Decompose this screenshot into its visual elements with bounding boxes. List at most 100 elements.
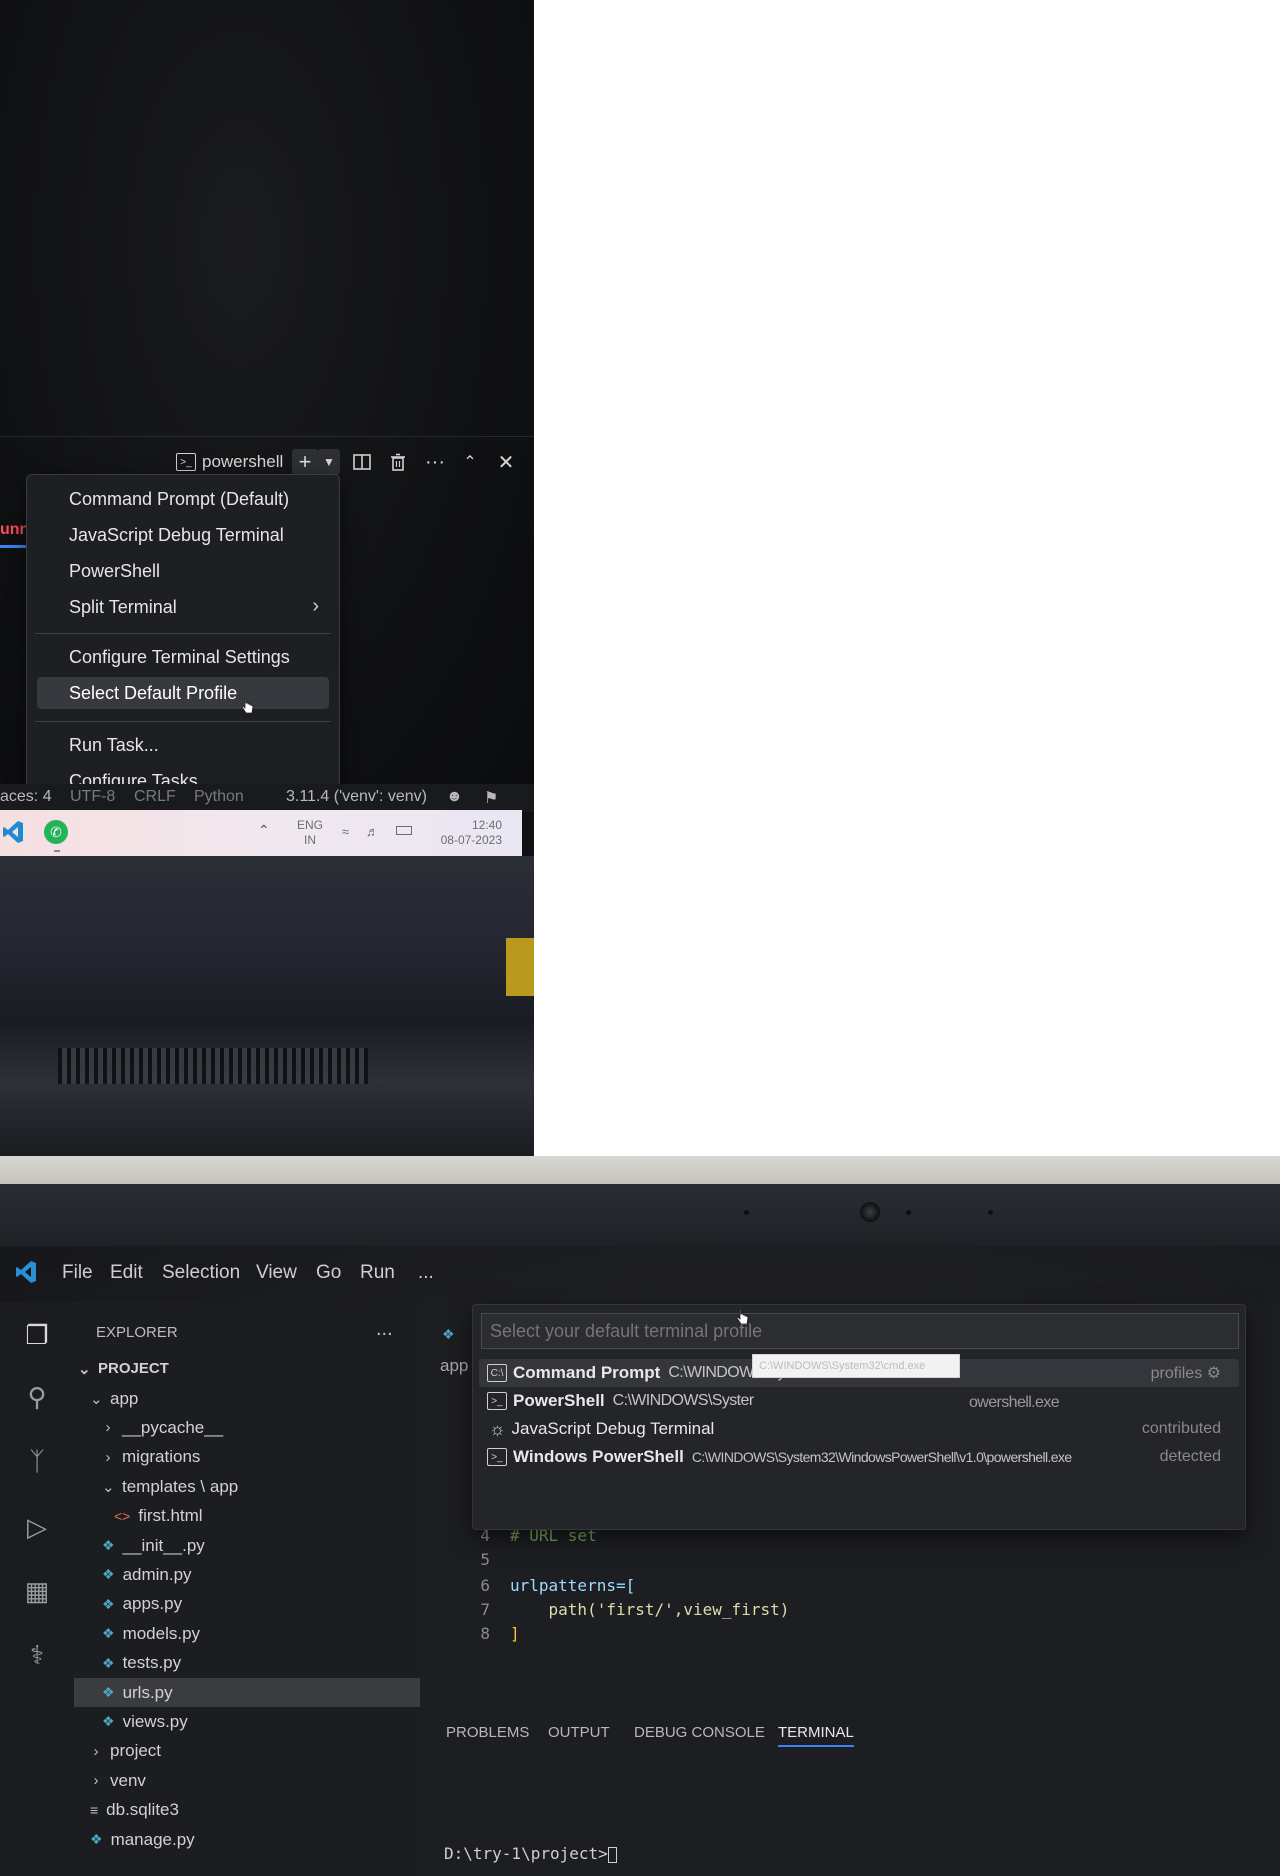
profile-name: Command Prompt xyxy=(513,1363,661,1382)
search-icon[interactable]: ⚲ xyxy=(20,1380,54,1414)
menu-more[interactable]: ... xyxy=(418,1262,434,1284)
status-interpreter[interactable]: 3.11.4 ('venv': venv) xyxy=(286,788,427,806)
menu-item-run-task[interactable]: Run Task... xyxy=(37,729,329,761)
plus-icon[interactable]: + xyxy=(292,449,318,475)
profile-option-windows-powershell[interactable]: >_ Windows PowerShell C:\WINDOWS\System3… xyxy=(479,1443,1239,1471)
tree-item[interactable]: ❖ views.py xyxy=(74,1707,420,1736)
tab-terminal[interactable]: TERMINAL xyxy=(778,1724,854,1747)
tree-item-label: venv xyxy=(110,1770,146,1790)
project-section-header[interactable]: ⌄ PROJECT xyxy=(74,1354,420,1383)
bell-icon[interactable]: ⚑ xyxy=(484,788,498,808)
menu-item-select-default-profile[interactable]: Select Default Profile xyxy=(37,677,329,709)
menu-go[interactable]: Go xyxy=(316,1262,341,1284)
python-file-icon: ❖ xyxy=(442,1326,455,1342)
whatsapp-icon[interactable]: ✆ xyxy=(44,820,68,844)
ellipsis-icon[interactable]: ··· xyxy=(422,449,448,475)
quick-pick-input[interactable] xyxy=(481,1313,1239,1349)
trash-icon[interactable] xyxy=(386,449,410,475)
battery-icon[interactable] xyxy=(396,826,412,835)
python-file-icon: ❖ xyxy=(90,1831,103,1847)
run-label-fragment: unn xyxy=(0,521,30,538)
editor-tab-fragment[interactable]: app xyxy=(440,1356,468,1376)
tree-item[interactable]: ⌄ templates \ app xyxy=(74,1472,420,1501)
tree-item[interactable]: › venv xyxy=(74,1766,420,1795)
menu-item-js-debug-terminal[interactable]: JavaScript Debug Terminal xyxy=(37,519,329,551)
status-language[interactable]: Python xyxy=(194,788,244,806)
terminal-prompt[interactable]: D:\try-1\project> xyxy=(444,1844,617,1863)
line-number: 5 xyxy=(480,1550,490,1569)
split-editor-icon[interactable] xyxy=(350,449,374,475)
volume-icon[interactable]: ♬ xyxy=(366,824,379,839)
tree-item[interactable]: ❖ tests.py xyxy=(74,1649,420,1678)
wifi-icon[interactable]: ≈ xyxy=(342,824,349,839)
tab-output[interactable]: OUTPUT xyxy=(548,1724,610,1741)
html-file-icon: <> xyxy=(114,1508,131,1525)
status-bar: aces: 4 UTF-8 CRLF Python 3.11.4 ('venv'… xyxy=(0,784,534,812)
tree-item[interactable]: ❖ apps.py xyxy=(74,1590,420,1619)
language-indicator[interactable]: ENG IN xyxy=(290,818,330,848)
code-line[interactable]: ] xyxy=(510,1624,520,1643)
tree-item[interactable]: <> first.html xyxy=(74,1502,420,1531)
tree-item[interactable]: ❖ models.py xyxy=(74,1619,420,1648)
menu-run[interactable]: Run xyxy=(360,1262,395,1284)
chevron-down-icon: ⌄ xyxy=(78,1360,91,1378)
menu-edit[interactable]: Edit xyxy=(110,1262,143,1284)
tree-item-label: tests.py xyxy=(122,1653,182,1673)
chevron-up-icon[interactable]: ⌃ xyxy=(258,822,270,839)
code-line[interactable]: path('first/',view_first) xyxy=(510,1600,790,1619)
profile-name: PowerShell xyxy=(513,1391,605,1410)
code-line[interactable]: urlpatterns=[ xyxy=(510,1576,635,1595)
tab-problems[interactable]: PROBLEMS xyxy=(446,1724,529,1741)
chevron-right-icon: › xyxy=(105,1448,111,1466)
sensor-dot xyxy=(906,1210,911,1215)
tree-item[interactable]: › __pycache__ xyxy=(74,1413,420,1442)
menu-view[interactable]: View xyxy=(256,1262,297,1284)
tree-item[interactable]: ⌄ app xyxy=(74,1384,420,1413)
terminal-powershell-icon: >_ xyxy=(487,1392,507,1410)
menu-item-powershell[interactable]: PowerShell xyxy=(37,555,329,587)
tree-item[interactable]: ❖ admin.py xyxy=(74,1560,420,1589)
tree-item[interactable]: ≡ db.sqlite3 xyxy=(74,1796,420,1825)
status-eol[interactable]: CRLF xyxy=(134,788,176,806)
files-icon[interactable]: ❐ xyxy=(20,1318,54,1352)
menu-item-command-prompt[interactable]: Command Prompt (Default) xyxy=(37,483,329,515)
status-encoding[interactable]: UTF-8 xyxy=(70,788,115,806)
clock[interactable]: 12:40 08-07-2023 xyxy=(422,818,502,848)
keyboard-edge xyxy=(0,1100,534,1156)
profile-option-powershell[interactable]: >_ PowerShell C:\WINDOWS\Syster owershel… xyxy=(479,1387,1239,1415)
chevron-down-icon: ⌄ xyxy=(102,1478,115,1496)
profile-path: C:\WINDOWS\Syster xyxy=(612,1392,755,1409)
extensions-icon[interactable]: ▦ xyxy=(20,1574,54,1608)
tree-item[interactable]: › project xyxy=(74,1737,420,1766)
tree-item[interactable]: ❖ __init__.py xyxy=(74,1531,420,1560)
tree-item[interactable]: ❖ manage.py xyxy=(74,1825,420,1854)
terminal-tab[interactable]: >_ powershell xyxy=(176,449,286,475)
accounts-icon[interactable]: ☻ xyxy=(446,788,463,806)
tree-item[interactable]: › migrations xyxy=(74,1443,420,1472)
explorer-sidebar: EXPLORER ... ⌄ PROJECT ⌄ app › __pycache__ ›… xyxy=(74,1302,420,1876)
tab-debug-console[interactable]: DEBUG CONSOLE xyxy=(634,1724,765,1741)
ellipsis-icon[interactable]: ... xyxy=(376,1318,393,1341)
close-icon[interactable]: ✕ xyxy=(494,449,518,475)
python-file-icon: ❖ xyxy=(102,1537,115,1553)
status-indentation[interactable]: aces: 4 xyxy=(0,788,52,806)
profile-option-js-debug[interactable]: ☼ JavaScript Debug Terminal contributed xyxy=(479,1415,1239,1443)
menu-item-split-terminal[interactable]: Split Terminal xyxy=(37,591,329,623)
vscode-window: File Edit Selection View Go Run ... ❐ ⚲ … xyxy=(0,1246,1280,1876)
chevron-up-icon[interactable]: ⌃ xyxy=(458,449,482,475)
run-debug-icon[interactable]: ▷ xyxy=(20,1510,54,1544)
source-control-icon[interactable]: ᛉ xyxy=(20,1444,54,1478)
terminal-cmd-icon: C:\ xyxy=(487,1364,507,1382)
menu-file[interactable]: File xyxy=(62,1262,93,1284)
tree-item-label: app xyxy=(110,1388,139,1408)
testing-icon[interactable]: ⚕ xyxy=(20,1638,54,1672)
path-tooltip: C:\WINDOWS\System32\cmd.exe xyxy=(752,1354,960,1378)
chevron-down-icon[interactable]: ▼ xyxy=(318,449,340,475)
menu-selection[interactable]: Selection xyxy=(162,1262,240,1284)
profiles-link[interactable]: profiles ⚙ xyxy=(1151,1363,1221,1383)
menu-item-configure-terminal-settings[interactable]: Configure Terminal Settings xyxy=(37,641,329,673)
tree-item[interactable]: ❖ urls.py xyxy=(74,1678,420,1707)
chevron-right-icon: › xyxy=(93,1772,99,1790)
vscode-taskbar-icon[interactable] xyxy=(2,820,24,844)
profiles-label: profiles xyxy=(1150,1365,1203,1382)
